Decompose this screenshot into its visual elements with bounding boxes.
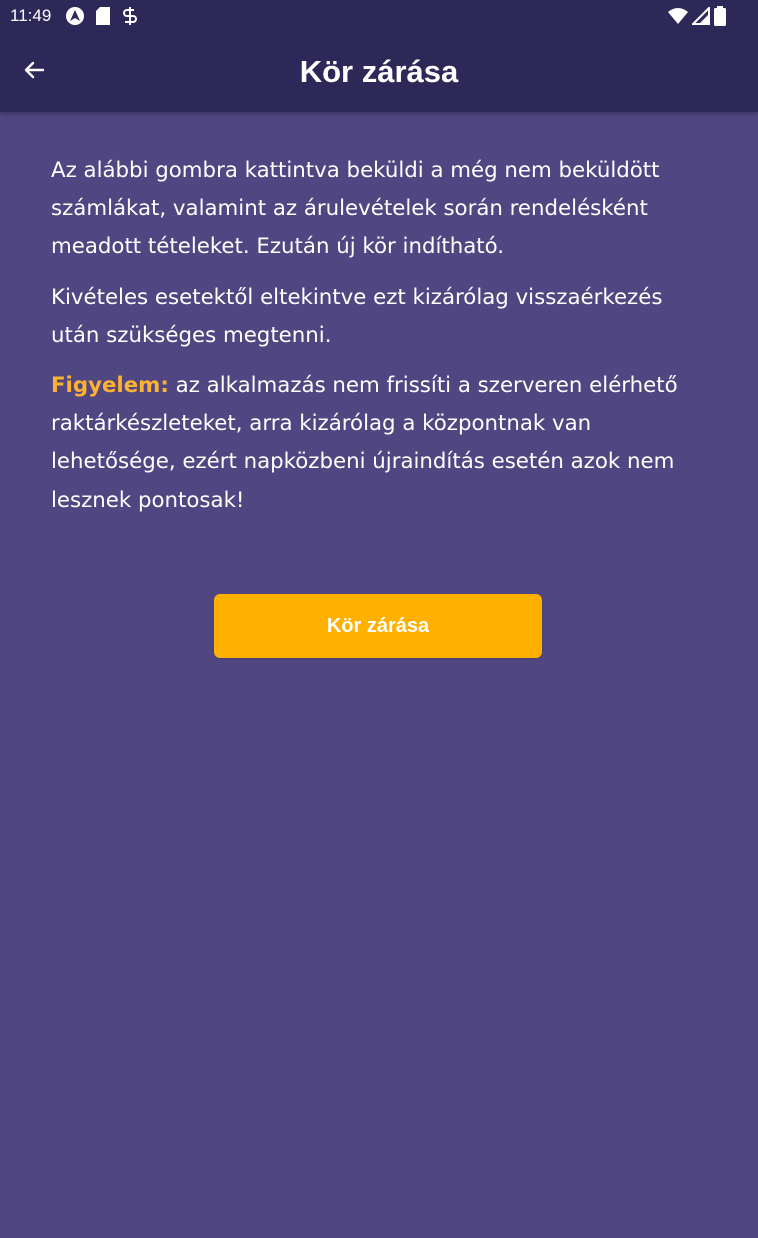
status-icons-right bbox=[668, 5, 726, 30]
status-icons-left bbox=[65, 6, 139, 30]
arrow-back-icon bbox=[22, 58, 46, 86]
app-bar: Kör zárása bbox=[0, 32, 758, 112]
status-bar: 11:49 bbox=[0, 0, 758, 32]
sync-icon bbox=[121, 6, 139, 30]
status-time: 11:49 bbox=[10, 6, 52, 25]
android-auto-icon bbox=[65, 6, 85, 30]
main-content: Az alábbi gombra kattintva beküldi a még… bbox=[51, 152, 711, 532]
sd-card-icon bbox=[95, 6, 111, 30]
info-paragraph: Az alábbi gombra kattintva beküldi a még… bbox=[51, 158, 660, 260]
wifi-icon bbox=[668, 7, 688, 29]
cell-signal-icon bbox=[690, 5, 710, 29]
info-paragraph-secondary: Kivételes esetektől eltekintve ezt kizár… bbox=[51, 284, 663, 348]
warning-paragraph: Figyelem: az alkalmazás nem frissíti a s… bbox=[51, 367, 711, 520]
close-round-button[interactable]: Kör zárása bbox=[214, 594, 542, 658]
warning-label: Figyelem: bbox=[51, 373, 169, 399]
battery-icon bbox=[714, 6, 726, 30]
back-button[interactable] bbox=[14, 52, 54, 92]
page-title: Kör zárása bbox=[299, 54, 459, 89]
